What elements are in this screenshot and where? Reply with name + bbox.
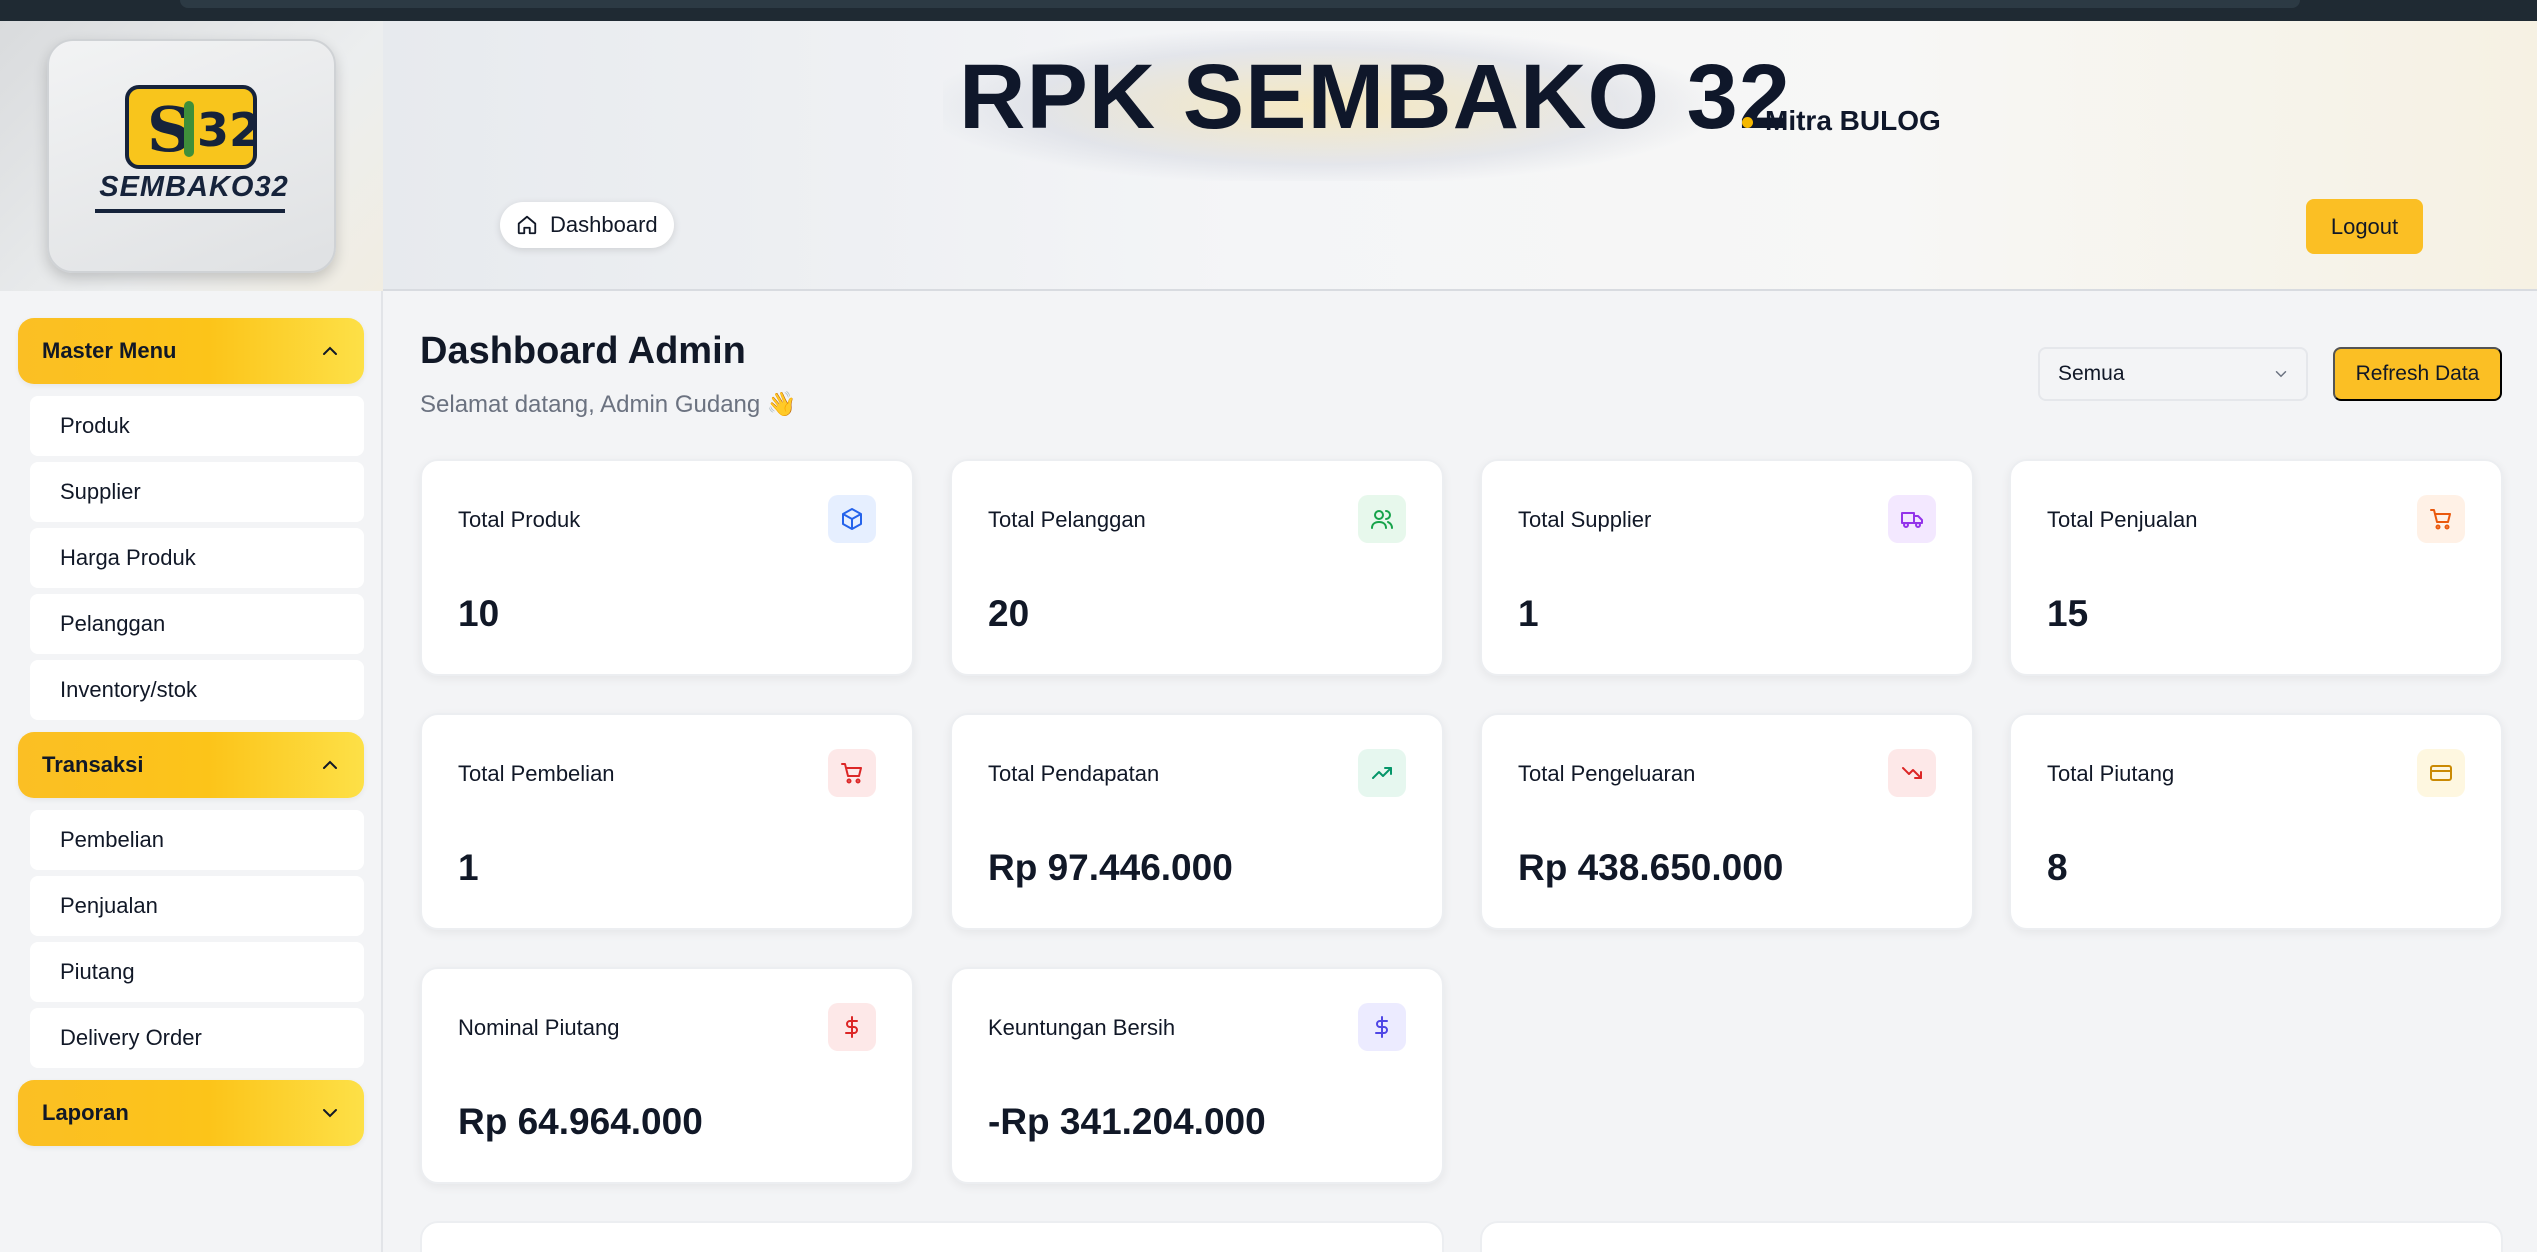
stat-card-nominal-piutang: Nominal Piutang Rp 64.964.000 — [420, 967, 914, 1184]
truck-icon — [1888, 495, 1936, 543]
page-title: Dashboard Admin — [420, 330, 746, 372]
stat-value: Rp 64.964.000 — [458, 1101, 703, 1142]
logo-underline — [95, 209, 285, 213]
logo-text: SEMBAKO32 — [99, 171, 289, 203]
filter-select-value: Semua — [2058, 362, 2125, 385]
sidebar-item-harga-produk[interactable]: Harga Produk — [30, 528, 364, 588]
stat-card-total-piutang: Total Piutang 8 — [2009, 713, 2503, 930]
stat-label: Nominal Piutang — [458, 1015, 620, 1040]
users-icon — [1358, 495, 1406, 543]
sidebar: Master Menu Produk Supplier Harga Produk… — [0, 291, 383, 1252]
stat-value: 20 — [988, 593, 1030, 634]
sidebar-group-transaksi[interactable]: Transaksi — [18, 732, 364, 798]
logout-button[interactable]: Logout — [2306, 199, 2423, 254]
sidebar-group-label: Master Menu — [42, 338, 177, 363]
stat-card-total-produk: Total Produk 10 — [420, 459, 914, 676]
breadcrumb-label: Dashboard — [550, 212, 658, 237]
cart-icon — [2417, 495, 2465, 543]
stat-card-total-penjualan: Total Penjualan 15 — [2009, 459, 2503, 676]
logo-badge-number: 32 — [197, 103, 262, 157]
stat-label: Keuntungan Bersih — [988, 1015, 1176, 1040]
header: RPK SEMBAKO 32 Mitra BULOG Dashboard Log… — [383, 21, 2537, 291]
stat-card-total-pembelian: Total Pembelian 1 — [420, 713, 914, 930]
sidebar-group-master-menu[interactable]: Master Menu — [18, 318, 364, 384]
stat-label: Total Pembelian — [458, 761, 615, 786]
trending-up-icon — [1358, 749, 1406, 797]
breadcrumb[interactable]: Dashboard — [500, 202, 674, 248]
sidebar-item-delivery-order[interactable]: Delivery Order — [30, 1008, 364, 1068]
logo[interactable]: S 32 SEMBAKO32 — [47, 39, 336, 273]
stat-value: 1 — [1518, 593, 1539, 634]
leaf-icon — [184, 101, 194, 157]
home-icon — [517, 215, 537, 235]
app-title: RPK SEMBAKO 32 — [959, 46, 1791, 148]
stat-label: Total Pengeluaran — [1518, 761, 1696, 786]
sidebar-item-penjualan[interactable]: Penjualan — [30, 876, 364, 936]
stat-label: Total Supplier — [1518, 507, 1652, 532]
sidebar-item-produk[interactable]: Produk — [30, 396, 364, 456]
sidebar-item-pembelian[interactable]: Pembelian — [30, 810, 364, 870]
chevron-up-icon — [323, 760, 337, 769]
stat-value: 8 — [2047, 847, 2068, 888]
stat-value: 1 — [458, 847, 479, 888]
stat-label: Total Penjualan — [2047, 507, 2198, 532]
refresh-data-button[interactable]: Refresh Data — [2333, 347, 2502, 401]
sidebar-item-piutang[interactable]: Piutang — [30, 942, 364, 1002]
stat-value: 10 — [458, 593, 500, 634]
stat-value: Rp 97.446.000 — [988, 847, 1233, 888]
chart-panel-left — [420, 1221, 1444, 1252]
box-icon — [828, 495, 876, 543]
stat-card-total-pelanggan: Total Pelanggan 20 — [950, 459, 1444, 676]
stat-label: Total Piutang — [2047, 761, 2175, 786]
app-subtitle: Mitra BULOG — [1765, 105, 1941, 136]
subtitle-dot — [1742, 117, 1753, 128]
logo-panel: S 32 SEMBAKO32 — [0, 21, 383, 291]
logo-badge: S 32 — [125, 85, 261, 169]
chevron-down-icon — [323, 1109, 337, 1118]
stat-card-keuntungan-bersih: Keuntungan Bersih -Rp 341.204.000 — [950, 967, 1444, 1184]
stat-value: 15 — [2047, 593, 2089, 634]
filter-select[interactable]: Semua — [2038, 347, 2308, 401]
chart-panel-right — [1480, 1221, 2503, 1252]
chevron-down-icon — [2275, 371, 2287, 378]
stat-label: Total Pendapatan — [988, 761, 1160, 786]
stat-label: Total Pelanggan — [988, 507, 1146, 532]
stat-value: Rp 438.650.000 — [1518, 847, 1784, 888]
dollar-icon — [1358, 1003, 1406, 1051]
stat-card-total-pengeluaran: Total Pengeluaran Rp 438.650.000 — [1480, 713, 1974, 930]
sidebar-item-inventory[interactable]: Inventory/stok — [30, 660, 364, 720]
dollar-icon — [828, 1003, 876, 1051]
cart-icon — [828, 749, 876, 797]
chevron-up-icon — [323, 346, 337, 355]
top-strip-bar — [180, 0, 2300, 8]
stat-card-total-pendapatan: Total Pendapatan Rp 97.446.000 — [950, 713, 1444, 930]
page-subtitle: Selamat datang, Admin Gudang 👋 — [420, 391, 797, 418]
browser-top-strip — [0, 0, 2537, 21]
trending-down-icon — [1888, 749, 1936, 797]
sidebar-group-label: Laporan — [42, 1100, 129, 1125]
stat-label: Total Produk — [458, 507, 581, 532]
stat-card-total-supplier: Total Supplier 1 — [1480, 459, 1974, 676]
sidebar-item-supplier[interactable]: Supplier — [30, 462, 364, 522]
sidebar-item-pelanggan[interactable]: Pelanggan — [30, 594, 364, 654]
credit-card-icon — [2417, 749, 2465, 797]
sidebar-group-label: Transaksi — [42, 752, 144, 777]
sidebar-group-laporan[interactable]: Laporan — [18, 1080, 364, 1146]
stat-value: -Rp 341.204.000 — [988, 1101, 1266, 1142]
